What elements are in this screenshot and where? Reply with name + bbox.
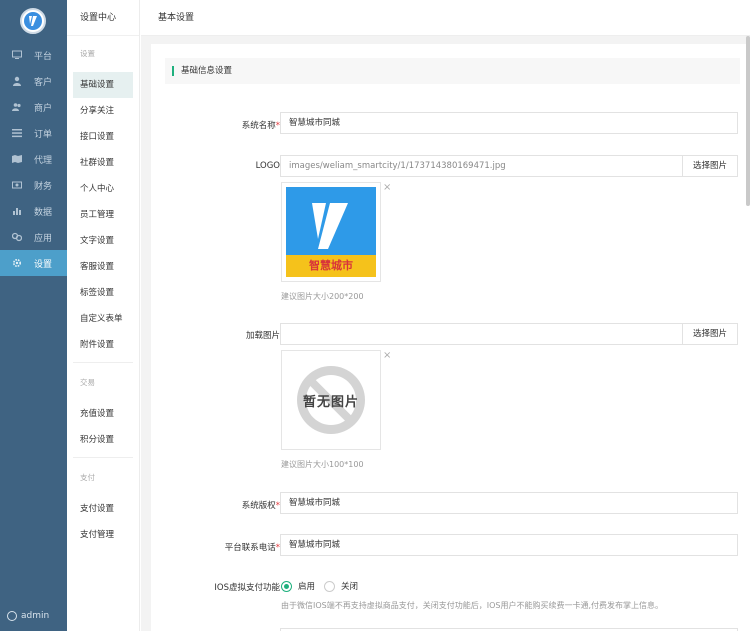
ios-pay-label: IOS虚拟支付功能 [214,583,280,593]
user-circle-icon [7,611,17,621]
ios-pay-enable-option[interactable]: 启用 [281,580,315,592]
nav-agent[interactable]: 代理 [0,146,67,172]
nav-finance-label: 财务 [34,181,53,192]
gear-icon [12,258,22,268]
loading-image-select-button[interactable]: 选择图片 [683,323,738,345]
nav-platform-label: 平台 [34,51,53,62]
copyright-label: 系统版权* [241,501,280,511]
submenu-title: 设置中心 [67,0,139,36]
submenu-item-community[interactable]: 社群设置 [73,150,133,176]
logo-preview: 智慧城市 [281,182,381,282]
panel-header-accent [172,66,174,76]
radio-checked-icon[interactable] [281,580,292,592]
nav-settings[interactable]: 设置 [0,250,67,276]
page-title: 基本设置 [158,13,195,23]
submenu-divider [73,362,133,363]
user-icon [12,76,22,86]
submenu-group-trade: 交易 充值设置 积分设置 [67,365,139,458]
nav-agent-label: 代理 [34,155,53,166]
nav-data-label: 数据 [34,207,53,218]
logo-size-hint: 建议图片大小200*200 [281,292,364,301]
submenu-item-tags[interactable]: 标签设置 [73,280,133,306]
ios-pay-disable-option[interactable]: 关闭 [324,580,358,592]
copyright-input[interactable]: 智慧城市同城 [280,492,738,514]
nav-customer-label: 客户 [34,77,53,88]
nav-merchant[interactable]: 商户 [0,94,67,120]
logo-label: LOGO [255,161,280,171]
submenu-item-api[interactable]: 接口设置 [73,124,133,150]
nav-finance[interactable]: 财务 [0,172,67,198]
loading-image-label: 加载图片 [245,331,280,341]
submenu-item-share[interactable]: 分享关注 [73,98,133,124]
site-name-input[interactable]: 智慧城市同城 [280,112,738,134]
loading-image-remove-icon[interactable]: × [383,350,391,361]
submenu-group-title: 设置 [80,49,95,58]
loading-image-size-hint: 建议图片大小100*100 [281,460,364,469]
main-sidebar: 平台 客户 商户 订单 代理 财务 数据 应用 设置 admin [0,0,67,631]
panel-title: 基础信息设置 [181,66,233,76]
submenu-group-title: 支付 [80,473,95,482]
logo-select-button[interactable]: 选择图片 [683,155,738,177]
submenu-item-pay-manage[interactable]: 支付管理 [73,522,133,548]
current-user-name: admin [21,611,50,621]
apps-icon [11,232,23,242]
radio-unchecked-icon[interactable] [324,580,335,592]
money-icon [12,180,22,190]
submenu-group-settings: 设置 基础设置 分享关注 接口设置 社群设置 个人中心 员工管理 文字设置 客服… [67,36,139,363]
ios-pay-disable-label: 关闭 [341,582,359,592]
phone-input[interactable]: 智慧城市同城 [280,534,738,556]
nav-orders-label: 订单 [34,129,53,140]
users-icon [12,102,22,112]
settings-panel: 基础信息设置 系统名称* 智慧城市同城 LOGO images/weliam_s… [151,44,750,631]
monitor-icon [12,50,22,60]
loading-image-preview: 暂无图片 [281,350,381,450]
loading-image-input[interactable] [280,323,683,345]
nav-merchant-label: 商户 [34,103,53,114]
chart-icon [12,206,22,216]
submenu-divider [73,457,133,458]
map-icon [12,154,22,164]
ios-pay-note: 由于微信IOS端不再支持虚拟商品支付，关闭支付功能后，IOS用户不能购买续费一卡… [281,601,664,610]
submenu-item-staff[interactable]: 员工管理 [73,202,133,228]
nav-data[interactable]: 数据 [0,198,67,224]
submenu-item-points[interactable]: 积分设置 [73,427,133,453]
no-image-text: 暂无图片 [302,395,359,410]
submenu-item-basic[interactable]: 基础设置 [73,72,133,98]
submenu-item-profile[interactable]: 个人中心 [73,176,133,202]
panel-header: 基础信息设置 [165,58,740,84]
submenu-item-custom-form[interactable]: 自定义表单 [73,306,133,332]
submenu-item-recharge[interactable]: 充值设置 [73,401,133,427]
logo-remove-icon[interactable]: × [383,182,391,193]
submenu-item-attachment[interactable]: 附件设置 [73,332,133,358]
app: 平台 客户 商户 订单 代理 财务 数据 应用 设置 admin 设置中心 设置… [0,0,750,631]
logo-image-text: 智慧城市 [309,259,353,272]
app-logo[interactable] [20,8,46,34]
nav-settings-label: 设置 [34,259,53,270]
nav-platform[interactable]: 平台 [0,42,67,68]
nav-apps[interactable]: 应用 [0,224,67,250]
main-content: 基础信息设置 系统名称* 智慧城市同城 LOGO images/weliam_s… [141,36,750,631]
submenu-item-service[interactable]: 客服设置 [73,254,133,280]
site-name-label: 系统名称* [241,121,280,131]
settings-submenu: 设置中心 设置 基础设置 分享关注 接口设置 社群设置 个人中心 员工管理 文字… [67,0,140,631]
nav-customer[interactable]: 客户 [0,68,67,94]
logo-path-input[interactable]: images/weliam_smartcity/1/17371438016947… [280,155,683,177]
nav-apps-label: 应用 [34,233,53,244]
submenu-group-payment: 支付 支付设置 支付管理 [67,460,139,548]
top-header: 基本设置 [141,0,750,36]
page-scrollbar[interactable] [746,36,750,206]
main-nav: 平台 客户 商户 订单 代理 财务 数据 应用 设置 [0,42,67,276]
submenu-item-pay-settings[interactable]: 支付设置 [73,496,133,522]
submenu-group-title: 交易 [80,378,95,387]
nav-orders[interactable]: 订单 [0,120,67,146]
ios-pay-enable-label: 启用 [298,582,316,592]
current-user[interactable]: admin [7,611,49,621]
submenu-item-text[interactable]: 文字设置 [73,228,133,254]
phone-label: 平台联系电话* [224,543,280,553]
list-icon [12,128,22,138]
